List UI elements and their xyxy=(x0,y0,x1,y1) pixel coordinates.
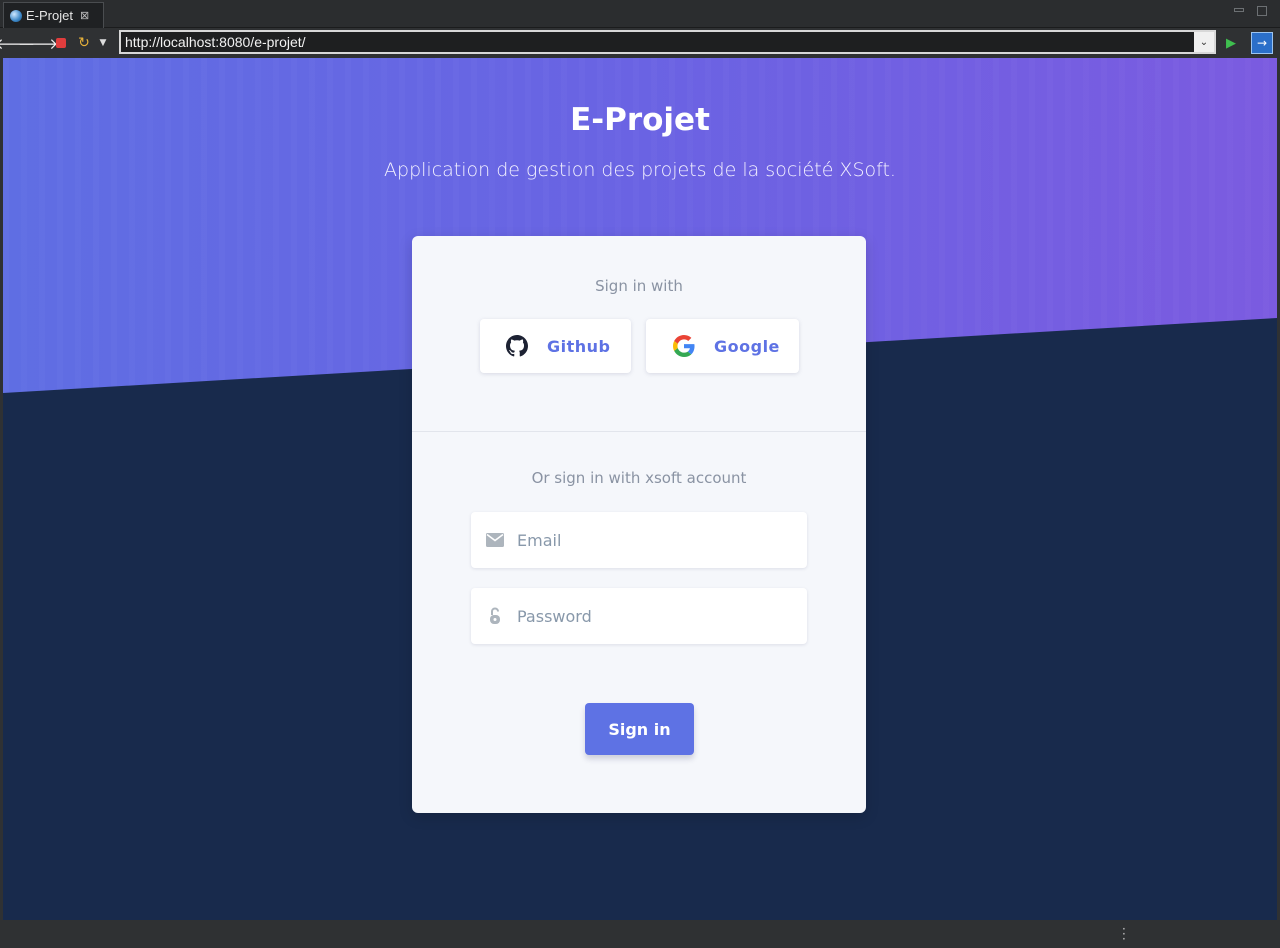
oauth-section: Sign in with Github Google xyxy=(412,236,866,432)
login-card: Sign in with Github Google Or sign in wi… xyxy=(412,236,866,813)
sign-in-button[interactable]: Sign in xyxy=(585,703,694,755)
globe-icon xyxy=(10,9,22,22)
url-input[interactable] xyxy=(121,32,1194,52)
external-browser-icon[interactable]: → xyxy=(1251,32,1273,54)
github-icon xyxy=(506,335,528,357)
google-label: Google xyxy=(714,336,780,356)
password-input[interactable] xyxy=(517,588,807,644)
stop-icon[interactable] xyxy=(54,33,68,53)
browser-tab[interactable]: E-Projet ⊠ xyxy=(3,2,104,28)
or-signin-label: Or sign in with xsoft account xyxy=(531,469,747,487)
url-history-dropdown-icon[interactable]: ⌄ xyxy=(1194,32,1214,52)
github-label: Github xyxy=(547,336,611,356)
maximize-icon[interactable] xyxy=(1257,6,1267,16)
tab-title: E-Projet xyxy=(26,8,73,23)
signin-with-label: Sign in with xyxy=(595,277,683,295)
github-signin-button[interactable]: Github xyxy=(480,319,631,373)
email-input[interactable] xyxy=(517,512,807,568)
unlock-icon xyxy=(471,607,517,625)
password-field xyxy=(471,588,807,644)
minimize-icon[interactable] xyxy=(1234,8,1244,12)
forward-arrow-icon[interactable]: 🡒 xyxy=(18,33,58,53)
dropdown-icon[interactable]: ▼ xyxy=(97,33,109,53)
page-title: E-Projet xyxy=(570,102,710,138)
go-icon[interactable]: ▶ xyxy=(1221,33,1241,53)
web-page: E-Projet Application de gestion des proj… xyxy=(3,58,1277,920)
editor-tab-bar: E-Projet ⊠ xyxy=(0,0,1280,28)
status-grip-icon[interactable]: · · · xyxy=(1122,923,1126,945)
email-field xyxy=(471,512,807,568)
url-bar: ⌄ xyxy=(119,30,1216,54)
page-subtitle: Application de gestion des projets de la… xyxy=(384,159,896,181)
google-icon xyxy=(673,335,695,357)
envelope-icon xyxy=(471,533,517,547)
close-icon[interactable]: ⊠ xyxy=(80,9,89,22)
browser-toolbar: 🡐 🡒 ↻ ▼ ⌄ ▶ → xyxy=(0,28,1280,58)
refresh-icon[interactable]: ↻ xyxy=(76,33,92,53)
google-signin-button[interactable]: Google xyxy=(646,319,799,373)
status-bar: · · · xyxy=(0,920,1280,948)
